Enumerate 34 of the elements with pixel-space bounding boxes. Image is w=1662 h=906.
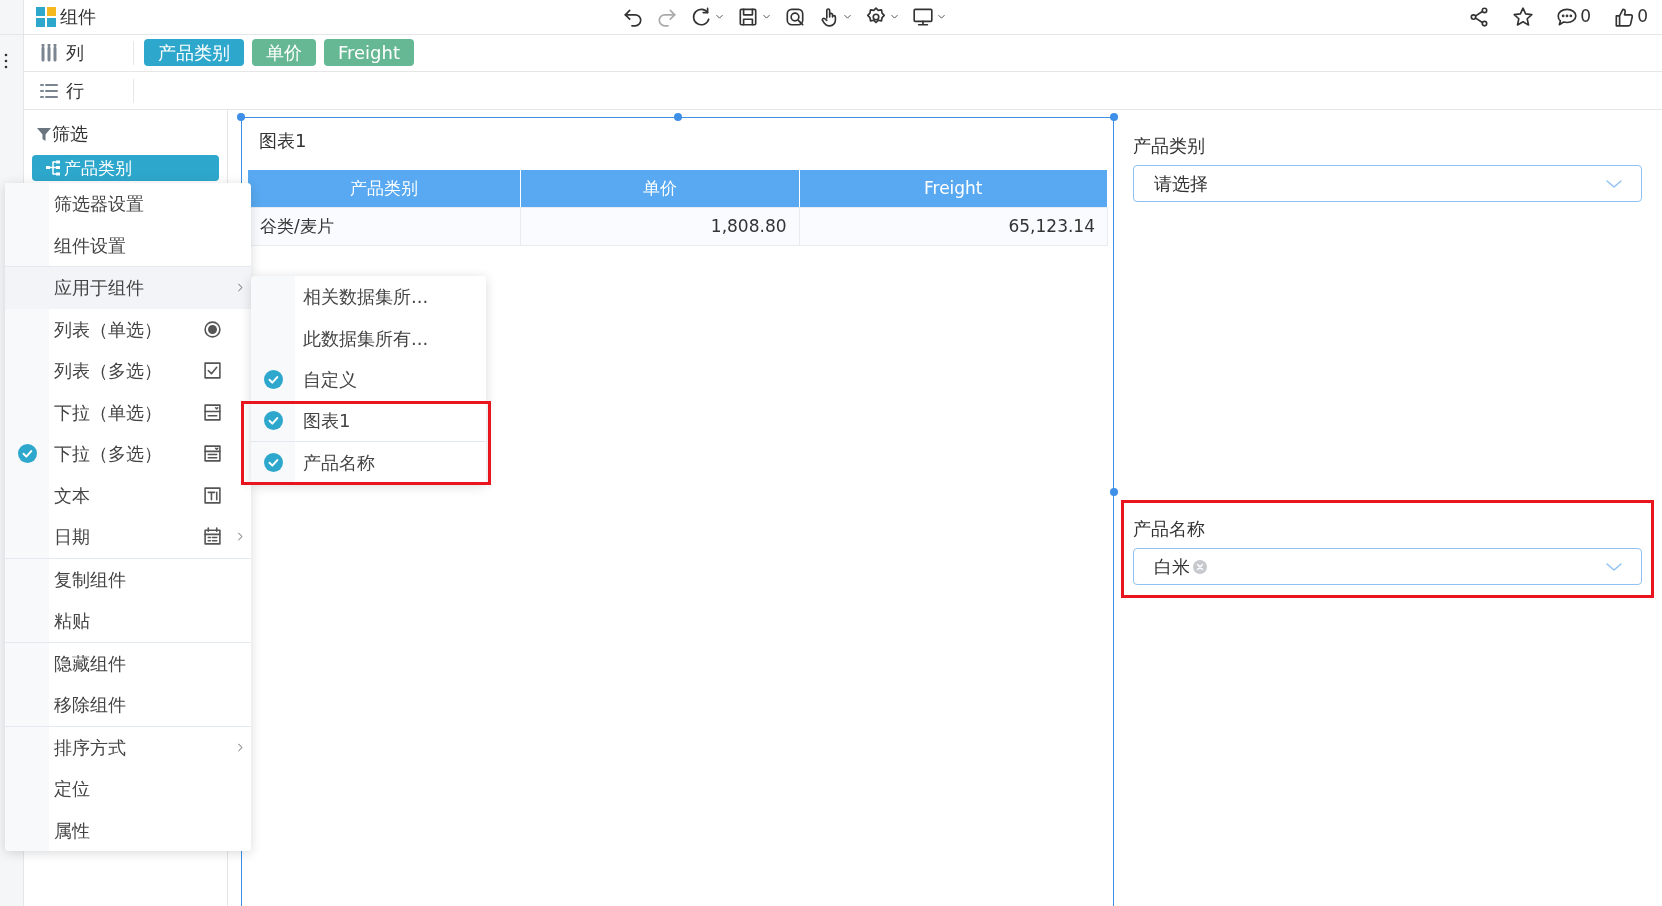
table-cell: 1,808.80 [520, 207, 800, 246]
menu-label: 组件设置 [53, 233, 127, 258]
menu-label: 自定义 [302, 368, 358, 393]
menu-label: 粘贴 [53, 609, 91, 634]
menu-label: 图表1 [302, 409, 352, 434]
count: 0 [1580, 5, 1592, 28]
selected-value: 白米 [1154, 555, 1190, 580]
menu-label: 复制组件 [53, 567, 127, 592]
menu-label: 应用于组件 [53, 276, 145, 301]
menu-label: 排序方式 [53, 735, 127, 760]
filter-label: 产品类别 [1133, 134, 1206, 159]
menu-label: 隐藏组件 [53, 651, 127, 676]
placeholder: 请选择 [1154, 172, 1208, 197]
menu-label: 文本 [53, 483, 91, 508]
menu-label: 此数据集所有... [302, 326, 430, 351]
count: 0 [1637, 5, 1648, 28]
menu-label: 属性 [53, 818, 91, 843]
menu-label: 下拉（单选） [53, 400, 163, 425]
menu-label: 下拉（多选） [53, 442, 163, 467]
menu-label: 列表（多选） [53, 359, 163, 384]
menu-label: 日期 [53, 525, 91, 550]
filter-label: 产品名称 [1133, 517, 1206, 542]
menu-label: 列表（单选） [53, 317, 163, 342]
menu-label: 相关数据集所... [302, 285, 430, 310]
chart-title: 图表1 [258, 129, 308, 154]
menu-label: 产品名称 [302, 450, 376, 475]
menu-label: 筛选器设置 [53, 192, 145, 217]
shelf-label: 行 [66, 79, 84, 104]
menu-label: 移除组件 [53, 693, 127, 718]
table-cell: 65,123.14 [799, 207, 1108, 246]
shelf-label: 列 [66, 41, 84, 66]
filter-title: 筛选 [52, 122, 88, 147]
app-title: 组件 [60, 5, 96, 30]
menu-label: 定位 [53, 777, 91, 802]
